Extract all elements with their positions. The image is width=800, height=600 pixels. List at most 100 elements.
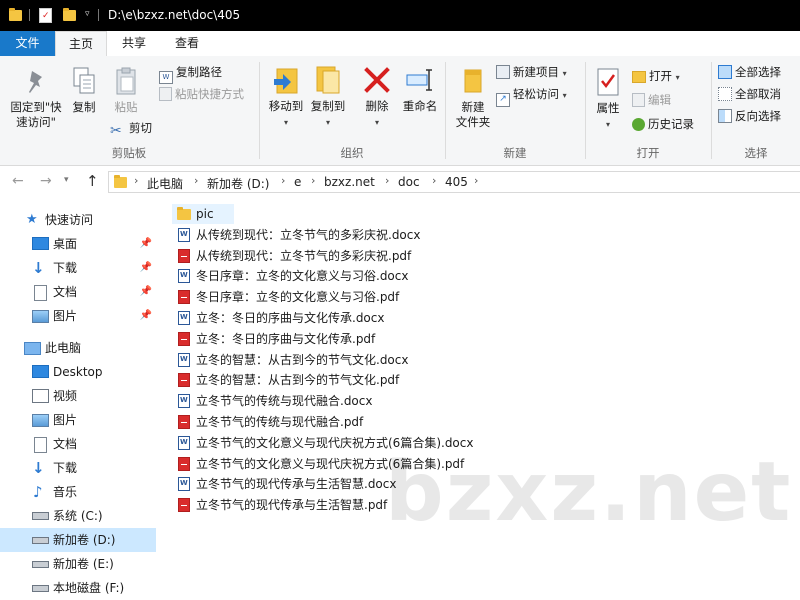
download-arrow-icon: ↓	[32, 259, 45, 277]
new-item-button[interactable]: 新建项目 ▾	[496, 62, 567, 82]
nav-item-drive-d[interactable]: 新加卷 (D:)	[0, 528, 156, 552]
delete-label: 删除	[365, 99, 389, 113]
up-arrow-icon[interactable]: ↑	[86, 172, 99, 190]
breadcrumb-this-pc[interactable]: 此电脑	[147, 175, 183, 192]
invert-selection-label: 反向选择	[735, 109, 781, 123]
pin-icon: 📌	[139, 286, 152, 297]
nav-this-pc-label: 此电脑	[45, 341, 82, 355]
tab-view[interactable]: 查看	[163, 31, 211, 56]
nav-item-desktop[interactable]: 桌面 📌	[0, 232, 156, 256]
breadcrumb-e[interactable]: e	[294, 175, 301, 189]
history-button[interactable]: 历史记录	[632, 114, 694, 134]
paste-icon	[116, 67, 136, 95]
file-name: 冬日序章：立冬的文化意义与习俗.pdf	[196, 290, 400, 305]
navigation-bar: ← → ▾ ↑ › 此电脑 › 新加卷 (D:) › e › bzxz.net …	[0, 166, 800, 198]
computer-icon	[24, 342, 41, 355]
nav-item-music[interactable]: ♪ 音乐	[0, 480, 156, 504]
new-folder-button[interactable]: 新建 文件夹	[450, 66, 496, 130]
pin-to-quick-access-button[interactable]: 固定到"快 速访问"	[4, 66, 68, 130]
customize-quick-access-icon[interactable]: ▿	[85, 9, 90, 19]
download-arrow-icon: ↓	[32, 459, 45, 477]
properties-button[interactable]: 属性 ▾	[590, 66, 626, 132]
tab-share[interactable]: 共享	[110, 31, 158, 56]
breadcrumb-405[interactable]: 405	[445, 175, 468, 189]
breadcrumb-separator-icon[interactable]: ›	[311, 174, 315, 187]
nav-item-pictures-pc[interactable]: 图片	[0, 408, 156, 432]
file-list: pic 从传统到现代：立冬节气的多彩庆祝.docx 从传统到现代：立冬节气的多彩庆祝…	[172, 204, 800, 600]
file-name: 立冬的智慧：从古到今的节气文化.pdf	[196, 373, 400, 388]
breadcrumb-separator-icon[interactable]: ›	[385, 174, 389, 187]
copy-path-button[interactable]: W 复制路径	[159, 62, 222, 84]
invert-selection-button[interactable]: 反向选择	[718, 106, 781, 126]
document-icon	[34, 285, 47, 301]
cut-button[interactable]: ✂ 剪切	[110, 118, 152, 138]
nav-item-desktop-pc[interactable]: Desktop	[0, 360, 156, 384]
pin-label-line2: 速访问"	[16, 115, 56, 129]
breadcrumb-separator-icon[interactable]: ›	[432, 174, 436, 187]
breadcrumb-separator-icon[interactable]: ›	[134, 174, 138, 187]
breadcrumb-separator-icon[interactable]: ›	[281, 174, 285, 187]
nav-item-documents[interactable]: 文档 📌	[0, 280, 156, 304]
breadcrumb-separator-icon[interactable]: ›	[194, 174, 198, 187]
file-name: 立冬节气的文化意义与现代庆祝方式(6篇合集).docx	[196, 435, 474, 450]
nav-item-downloads-pc[interactable]: ↓ 下载	[0, 456, 156, 480]
open-button[interactable]: 打开 ▾	[632, 66, 680, 86]
easy-access-dropdown-icon: ▾	[562, 91, 567, 100]
desktop-icon	[32, 365, 49, 378]
new-folder-quick-icon[interactable]	[63, 8, 76, 21]
nav-item-label: 视频	[53, 389, 78, 403]
nav-item-pictures[interactable]: 图片 📌	[0, 304, 156, 328]
file-name: 冬日序章：立冬的文化意义与习俗.docx	[196, 269, 409, 284]
rename-label: 重命名	[402, 99, 438, 113]
pin-icon: 📌	[139, 238, 152, 249]
nav-item-downloads[interactable]: ↓ 下载 📌	[0, 256, 156, 280]
new-group-label: 新建	[503, 146, 527, 160]
address-bar[interactable]: › 此电脑 › 新加卷 (D:) › e › bzxz.net › doc › …	[108, 171, 800, 193]
new-folder-icon	[464, 69, 482, 93]
move-to-button[interactable]: 移动到 ▾	[264, 64, 308, 130]
music-note-icon: ♪	[33, 483, 43, 501]
folder-row[interactable]: pic	[172, 204, 234, 224]
drive-icon	[32, 585, 49, 592]
drive-icon	[32, 537, 49, 544]
breadcrumb-bzxz[interactable]: bzxz.net	[324, 175, 375, 189]
select-none-button[interactable]: 全部取消	[718, 84, 781, 104]
nav-item-drive-c[interactable]: 系统 (C:)	[0, 504, 156, 528]
clipboard-group-label: 剪贴板	[111, 146, 147, 160]
paste-shortcut-icon	[159, 87, 172, 101]
breadcrumb-separator-icon[interactable]: ›	[474, 174, 478, 187]
paste-button[interactable]: 粘贴	[108, 66, 144, 115]
copy-button[interactable]: 复制	[66, 66, 102, 115]
edit-button[interactable]: 编辑	[632, 90, 671, 110]
tab-home[interactable]: 主页	[55, 31, 107, 56]
move-to-icon	[274, 68, 298, 94]
clipboard-group: 固定到"快 速访问" 复制 粘贴 W 复制路径 粘贴快捷方式 ✂ 剪切 剪贴板	[0, 56, 258, 165]
nav-item-documents-pc[interactable]: 文档	[0, 432, 156, 456]
nav-item-drive-e[interactable]: 新加卷 (E:)	[0, 552, 156, 576]
nav-item-label: 本地磁盘 (F:)	[53, 581, 125, 595]
delete-button[interactable]: 删除 ▾	[360, 64, 394, 130]
system-drive-icon	[32, 512, 49, 520]
easy-access-button[interactable]: ↗ 轻松访问 ▾	[496, 84, 567, 107]
file-name: 从传统到现代：立冬节气的多彩庆祝.docx	[196, 227, 421, 242]
nav-item-videos[interactable]: 视频	[0, 384, 156, 408]
rename-button[interactable]: 重命名	[398, 64, 442, 114]
breadcrumb-drive-d[interactable]: 新加卷 (D:)	[207, 175, 269, 192]
copy-to-button[interactable]: 复制到 ▾	[306, 64, 350, 130]
tab-file[interactable]: 文件	[0, 31, 55, 56]
word-document-icon	[178, 311, 190, 325]
properties-quick-icon[interactable]: ✓	[39, 8, 52, 23]
breadcrumb-doc[interactable]: doc	[398, 175, 420, 189]
easy-access-icon: ↗	[496, 93, 510, 107]
pdf-file-icon	[178, 248, 190, 263]
file-name: 立冬：冬日的序曲与文化传承.docx	[196, 311, 385, 325]
nav-item-label: Desktop	[53, 365, 103, 379]
forward-arrow-icon[interactable]: →	[40, 173, 52, 189]
nav-item-drive-f[interactable]: 本地磁盘 (F:)	[0, 576, 156, 600]
nav-quick-access[interactable]: ★ 快速访问	[0, 208, 156, 232]
paste-shortcut-button[interactable]: 粘贴快捷方式	[159, 84, 244, 104]
select-all-button[interactable]: 全部选择	[718, 62, 781, 82]
recent-locations-chevron-icon[interactable]: ▾	[64, 175, 69, 185]
back-arrow-icon[interactable]: ←	[12, 173, 24, 189]
nav-this-pc[interactable]: 此电脑	[0, 336, 156, 360]
